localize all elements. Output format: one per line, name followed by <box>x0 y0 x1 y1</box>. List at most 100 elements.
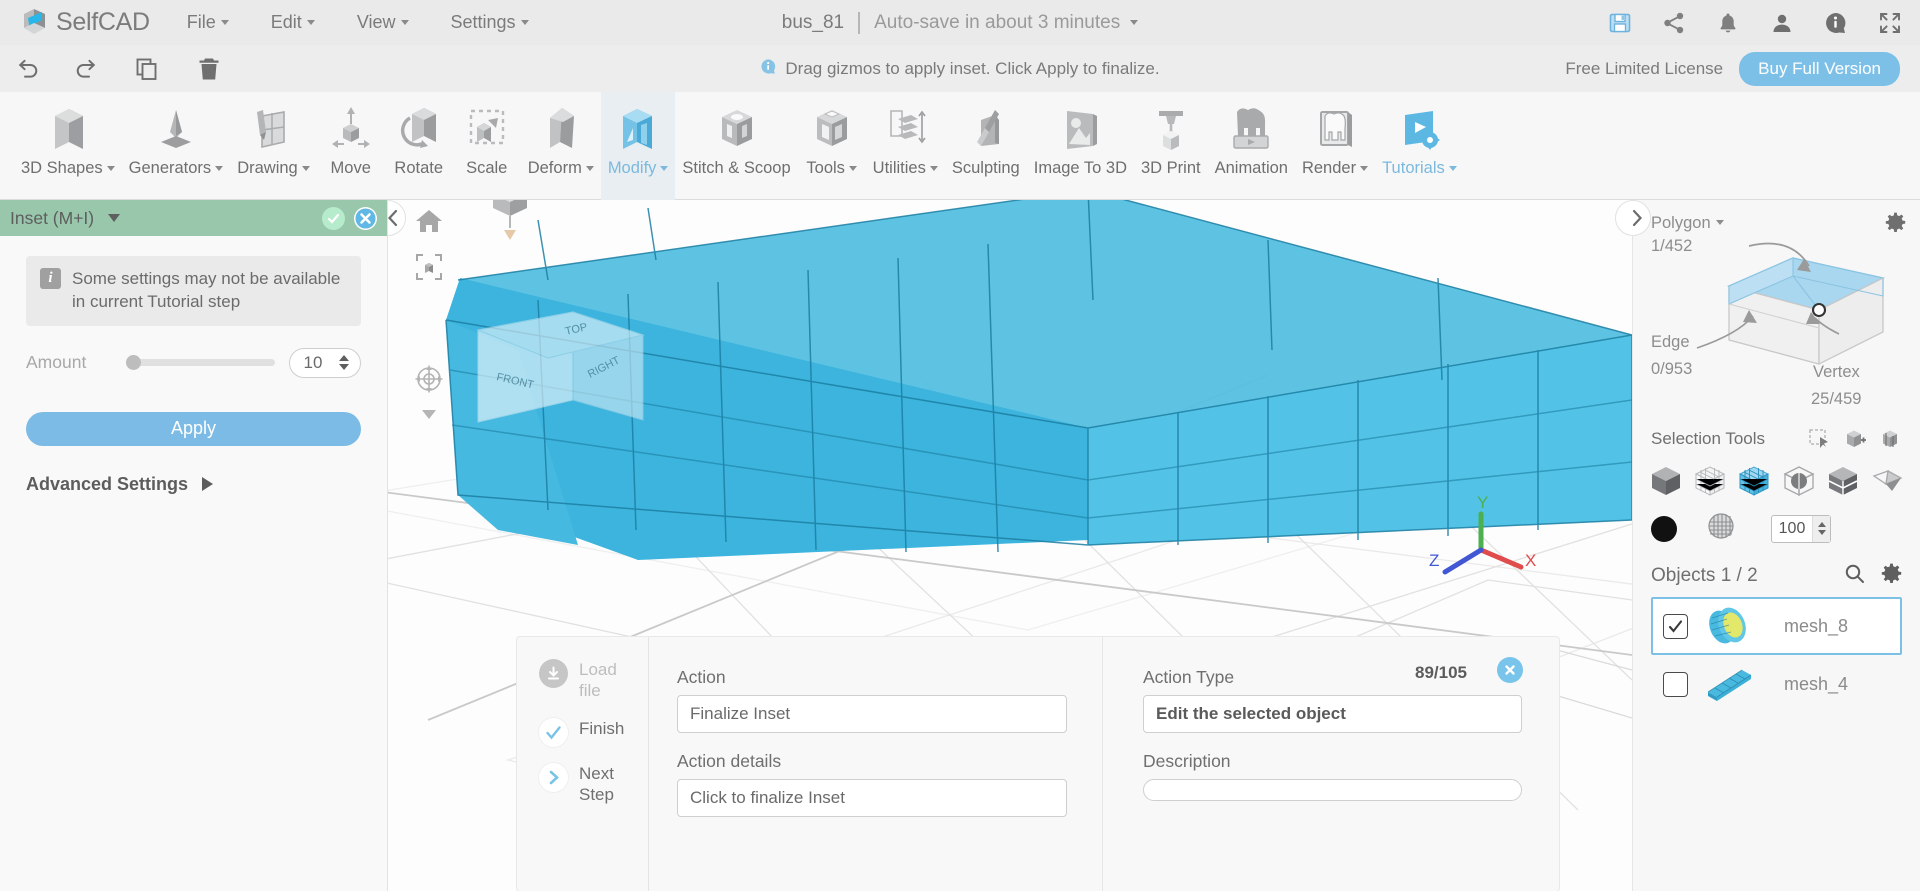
sphere-select-icon[interactable] <box>1782 464 1816 498</box>
ribbon-item-stitch-scoop[interactable]: Stitch & Scoop <box>675 92 797 200</box>
amount-slider[interactable] <box>126 355 275 371</box>
utilities-icon <box>878 100 932 158</box>
opacity-value[interactable]: 100 <box>1772 520 1812 538</box>
ribbon-item-rotate[interactable]: Rotate <box>385 92 453 200</box>
secondary-toolbar: Drag gizmos to apply inset. Click Apply … <box>0 45 1920 92</box>
fit-to-view-icon[interactable] <box>414 252 444 282</box>
confirm-icon[interactable] <box>322 206 345 230</box>
fullscreen-icon[interactable] <box>1878 11 1902 35</box>
plane-select-icon[interactable] <box>1870 464 1904 498</box>
ribbon-item-render[interactable]: Render <box>1295 92 1375 200</box>
spinner-up-icon[interactable] <box>339 355 349 362</box>
opacity-stepper[interactable]: 100 <box>1771 514 1831 543</box>
buy-full-version-button[interactable]: Buy Full Version <box>1739 51 1900 86</box>
modify-icon <box>611 100 665 158</box>
action-details-field[interactable]: Click to finalize Inset <box>677 779 1067 817</box>
info-hint-icon <box>760 58 777 80</box>
polygon-mode-selector[interactable]: Polygon <box>1651 214 1724 233</box>
menu-view[interactable]: View <box>347 8 419 37</box>
spinner-up-icon[interactable] <box>1817 522 1826 527</box>
svg-text:X: X <box>1525 551 1536 570</box>
tutorial-step-next[interactable]: Next Step <box>539 762 648 806</box>
gear-icon[interactable] <box>1881 563 1902 589</box>
document-title[interactable]: bus_81 <box>782 12 844 34</box>
ribbon-item-tutorials[interactable]: Tutorials <box>1375 92 1464 200</box>
menu-settings[interactable]: Settings <box>441 8 539 37</box>
save-icon[interactable] <box>1608 11 1632 35</box>
ribbon-item-move[interactable]: Move <box>317 92 385 200</box>
copy-icon[interactable] <box>134 56 160 82</box>
selection-tools-mini-row <box>1808 428 1902 450</box>
object-checkbox[interactable] <box>1663 671 1688 697</box>
polygon-mode-icon[interactable] <box>1737 464 1771 498</box>
ribbon-item-animation[interactable]: Animation <box>1208 92 1295 200</box>
orbit-view-icon[interactable] <box>414 364 444 394</box>
vertex-label: Vertex <box>1813 363 1860 381</box>
vertex-mode-icon[interactable] <box>1693 464 1727 498</box>
redo-icon[interactable] <box>72 56 98 82</box>
brand[interactable]: SelfCAD <box>20 7 150 39</box>
cancel-icon[interactable] <box>354 206 377 230</box>
amount-value[interactable]: 10 <box>290 353 336 373</box>
amount-slider-knob[interactable] <box>126 355 141 371</box>
ribbon-item-generators[interactable]: Generators <box>122 92 231 200</box>
expand-nav-tools-icon[interactable] <box>422 410 436 419</box>
list-item[interactable]: mesh_4 <box>1651 655 1902 713</box>
list-item[interactable]: mesh_8 <box>1651 597 1902 655</box>
ribbon-item-sculpting[interactable]: Sculpting <box>945 92 1027 200</box>
action-type-field[interactable]: Edit the selected object <box>1143 695 1522 733</box>
ribbon-item-tools[interactable]: Tools <box>798 92 866 200</box>
menu-file[interactable]: File <box>177 8 239 37</box>
undo-icon[interactable] <box>16 56 42 82</box>
info-icon[interactable] <box>1824 11 1848 35</box>
download-icon <box>539 659 568 688</box>
sculpting-icon <box>959 100 1013 158</box>
home-view-icon[interactable] <box>414 206 444 236</box>
close-icon[interactable] <box>1497 657 1523 683</box>
add-selection-icon[interactable] <box>1844 428 1866 450</box>
material-row: 100 <box>1633 498 1920 545</box>
objects-header: Objects 1 / 2 <box>1633 545 1920 589</box>
tutorial-step-load-file[interactable]: Load file <box>539 659 648 702</box>
ribbon-item-deform[interactable]: Deform <box>521 92 601 200</box>
ribbon-item-drawing[interactable]: Drawing <box>230 92 317 200</box>
collapse-right-panel-button[interactable] <box>1615 200 1651 236</box>
spinner-down-icon[interactable] <box>1817 530 1826 535</box>
spinner-down-icon[interactable] <box>339 364 349 371</box>
menu-file-label: File <box>186 12 216 32</box>
license-area: Free Limited License Buy Full Version <box>1565 45 1900 92</box>
user-account-icon[interactable] <box>1770 11 1794 35</box>
ribbon-item-3d-print[interactable]: 3D Print <box>1134 92 1208 200</box>
amount-stepper[interactable]: 10 <box>289 347 361 378</box>
action-field[interactable]: Finalize Inset <box>677 695 1067 733</box>
material-color-swatch[interactable] <box>1651 515 1677 542</box>
ribbon-label-tools: Tools <box>806 159 845 177</box>
object-checkbox[interactable] <box>1663 613 1688 639</box>
rect-select-icon[interactable] <box>1808 428 1830 450</box>
multi-select-icon[interactable] <box>1880 428 1902 450</box>
notifications-bell-icon[interactable] <box>1716 11 1740 35</box>
ribbon-item-3d-shapes[interactable]: 3D Shapes <box>14 92 122 200</box>
search-icon[interactable] <box>1844 563 1865 589</box>
description-field[interactable] <box>1143 779 1522 801</box>
share-icon[interactable] <box>1662 11 1686 35</box>
chevron-down-icon[interactable] <box>108 214 121 222</box>
texture-sphere-icon[interactable] <box>1707 512 1735 545</box>
advanced-settings-toggle[interactable]: Advanced Settings <box>26 474 361 495</box>
delete-icon[interactable] <box>196 56 222 82</box>
ribbon-item-scale[interactable]: Scale <box>453 92 521 200</box>
apply-button[interactable]: Apply <box>26 411 361 446</box>
chevron-down-icon[interactable] <box>1130 20 1139 25</box>
ribbon-item-image-to-3d[interactable]: Image To 3D <box>1027 92 1134 200</box>
ribbon-item-modify[interactable]: Modify <box>600 92 676 200</box>
tutorial-step-finish[interactable]: Finish <box>539 717 648 747</box>
move-arrows-icon <box>324 100 378 158</box>
menu-items: File Edit View Settings <box>177 8 561 37</box>
chevron-down-icon <box>301 166 310 171</box>
ribbon-item-utilities[interactable]: Utilities <box>866 92 945 200</box>
loop-select-icon[interactable] <box>1826 464 1860 498</box>
object-mode-icon[interactable] <box>1649 464 1683 498</box>
action-details-value: Click to finalize Inset <box>690 788 845 807</box>
menu-edit[interactable]: Edit <box>261 8 325 37</box>
viewport-nav-tools <box>414 206 444 419</box>
